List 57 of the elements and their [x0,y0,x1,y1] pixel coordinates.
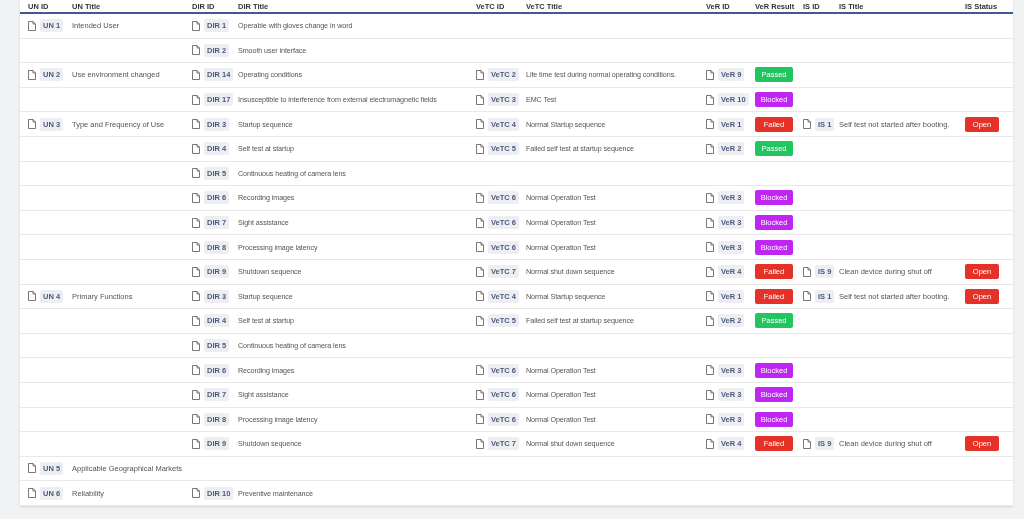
document-icon [476,365,484,376]
document-icon [706,438,714,449]
document-icon [803,119,811,130]
document-icon [803,266,811,277]
document-icon [706,192,714,203]
document-icon [476,266,484,277]
document-icon [706,365,714,376]
document-icon [476,143,484,154]
document-icon [28,20,36,31]
document-icon [192,242,200,253]
document-icon [192,168,200,179]
document-icon [192,315,200,326]
document-icon [192,414,200,425]
document-icon [192,217,200,228]
document-icon [476,94,484,105]
document-icon [28,463,36,474]
document-icon [28,70,36,80]
document-icon [192,438,200,449]
document-icon [476,119,484,130]
document-icon [476,242,484,253]
document-icon [28,291,36,302]
document-icon [706,414,714,425]
document-icon [706,266,714,277]
document-icon [192,266,200,277]
document-icon [192,20,200,31]
document-icon [706,119,714,130]
document-icon [706,315,714,326]
document-icon [706,217,714,228]
document-icon [476,389,484,400]
document-icon [476,438,484,449]
document-icon [476,291,484,302]
document-icon [706,70,714,80]
document-icon [192,119,200,130]
document-icon [476,217,484,228]
document-icon [706,242,714,253]
document-icon [476,70,484,80]
document-icon [192,340,200,351]
document-icon [192,70,200,80]
document-icon [803,291,811,302]
document-icon [706,94,714,105]
document-icon [706,389,714,400]
document-icon [28,488,36,499]
document-icon [706,143,714,154]
document-icon [192,291,200,302]
document-icon [192,192,200,203]
document-icon [476,315,484,326]
document-icon [803,438,811,449]
document-icon [28,119,36,130]
document-icon [192,143,200,154]
document-icon [192,45,200,56]
document-icon [192,365,200,376]
document-icon [192,94,200,105]
document-icon [706,291,714,302]
document-icon [192,488,200,499]
document-icon [476,192,484,203]
document-icon [192,389,200,400]
document-icon [476,414,484,425]
